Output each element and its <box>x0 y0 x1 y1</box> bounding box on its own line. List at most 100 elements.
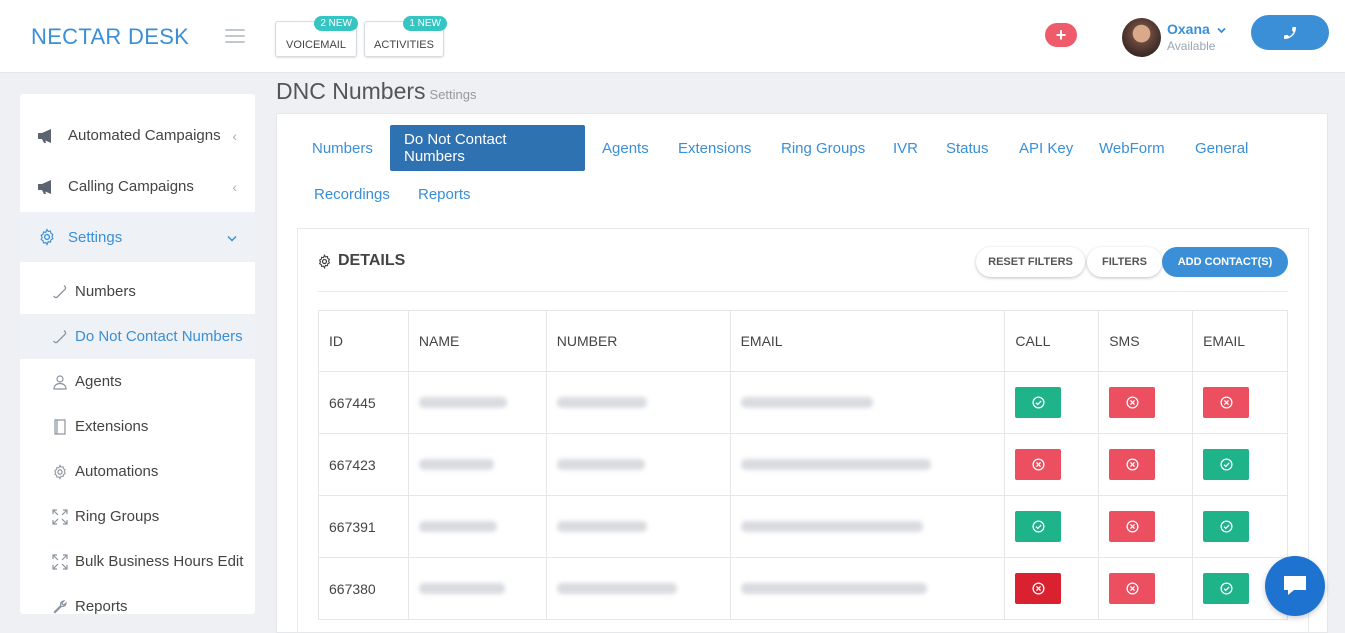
add-button[interactable]: + <box>1045 23 1077 47</box>
sidebar-item-automations[interactable]: Automations <box>20 449 255 494</box>
tab-ivr[interactable]: IVR <box>879 125 932 171</box>
sidebar-item-numbers[interactable]: Numbers <box>20 269 255 314</box>
cell-id: 667391 <box>318 495 409 558</box>
phone-icon <box>1284 26 1296 39</box>
cell-call <box>1004 495 1100 558</box>
sms-status-toggle[interactable] <box>1109 387 1156 418</box>
tab-extensions[interactable]: Extensions <box>664 125 765 171</box>
sidebar-item-agents[interactable]: Agents <box>20 359 255 404</box>
sidebar-item-extensions[interactable]: Extensions <box>20 404 255 449</box>
email-status-toggle[interactable] <box>1203 573 1250 604</box>
tab-general[interactable]: General <box>1181 125 1262 171</box>
sub-item-label: Agents <box>75 373 122 390</box>
cell-name-redacted <box>407 371 547 434</box>
sidebar-item-reports[interactable]: Reports <box>20 584 255 614</box>
table-row: 667423 <box>318 433 1288 496</box>
sub-item-label: Ring Groups <box>75 508 160 525</box>
close-circle-icon <box>1126 582 1139 595</box>
col-header-number[interactable]: NUMBER <box>545 310 731 372</box>
tab-ring-groups[interactable]: Ring Groups <box>767 125 879 171</box>
activities-label: ACTIVITIES <box>374 39 434 51</box>
gear-icon <box>51 463 69 480</box>
sidebar-item-do-not-contact-numbers[interactable]: Do Not Contact Numbers <box>20 314 255 359</box>
sub-item-label: Automations <box>75 463 159 480</box>
email-status-toggle[interactable] <box>1203 511 1250 542</box>
sidebar-item-calling-campaigns[interactable]: Calling Campaigns ‹ <box>20 161 255 212</box>
sidebar-item-automated-campaigns[interactable]: Automated Campaigns ‹ <box>20 110 255 161</box>
email-status-toggle[interactable] <box>1203 449 1250 480</box>
expand-icon <box>51 508 69 525</box>
call-status-toggle[interactable] <box>1015 573 1062 604</box>
voicemail-button[interactable]: VOICEMAIL 2 NEW <box>275 16 358 57</box>
tab-numbers[interactable]: Numbers <box>298 125 387 171</box>
cell-call <box>1004 433 1100 496</box>
cell-number-redacted <box>545 371 731 434</box>
sidebar-item-label: Calling Campaigns <box>68 178 194 195</box>
chevron-down-icon <box>227 229 237 245</box>
tab-reports[interactable]: Reports <box>404 171 485 217</box>
email-status-toggle[interactable] <box>1203 387 1250 418</box>
check-circle-icon <box>1220 582 1233 595</box>
user-status: Available <box>1167 39 1216 53</box>
cell-call <box>1004 557 1100 620</box>
users-icon <box>51 374 69 390</box>
table-row: 667445 <box>318 371 1288 434</box>
table-header-row: ID NAME NUMBER EMAIL CALL SMS EMAIL <box>318 310 1288 372</box>
reset-filters-button[interactable]: RESET FILTERS <box>976 247 1085 277</box>
table-row: 667380 <box>318 557 1288 620</box>
tab-agents[interactable]: Agents <box>588 125 663 171</box>
col-header-id[interactable]: ID <box>318 310 409 372</box>
close-circle-icon <box>1032 458 1045 471</box>
check-circle-icon <box>1032 520 1045 533</box>
filters-button[interactable]: FILTERS <box>1087 247 1162 277</box>
activities-button[interactable]: ACTIVITIES 1 NEW <box>364 16 447 57</box>
col-header-sms[interactable]: SMS <box>1098 310 1194 372</box>
call-status-toggle[interactable] <box>1015 511 1062 542</box>
gear-icon <box>318 253 331 269</box>
sidebar-item-label: Settings <box>68 228 123 246</box>
wrench-icon <box>51 599 69 615</box>
avatar[interactable] <box>1122 18 1161 57</box>
cell-number-redacted <box>545 433 731 496</box>
cell-id: 667445 <box>318 371 409 434</box>
tab-status[interactable]: Status <box>932 125 1003 171</box>
tab-do-not-contact-numbers[interactable]: Do Not Contact Numbers <box>390 125 585 171</box>
close-circle-icon <box>1126 396 1139 409</box>
col-header-email[interactable]: EMAIL <box>729 310 1006 372</box>
add-contacts-button[interactable]: ADD CONTACT(S) <box>1162 247 1288 277</box>
col-header-name[interactable]: NAME <box>407 310 547 372</box>
sub-item-label: Extensions <box>75 418 149 435</box>
call-status-toggle[interactable] <box>1015 449 1062 480</box>
sms-status-toggle[interactable] <box>1109 511 1156 542</box>
tab-webform[interactable]: WebForm <box>1085 125 1179 171</box>
cell-sms <box>1098 495 1194 558</box>
menu-toggle-icon[interactable] <box>225 29 245 43</box>
call-button[interactable] <box>1251 15 1329 50</box>
call-status-toggle[interactable] <box>1015 387 1062 418</box>
sidebar-item-ring-groups[interactable]: Ring Groups <box>20 494 255 539</box>
sms-status-toggle[interactable] <box>1109 449 1156 480</box>
cell-sms <box>1098 433 1194 496</box>
chat-widget-button[interactable] <box>1265 556 1325 616</box>
activities-badge: 1 NEW <box>403 16 447 31</box>
chevron-left-icon: ‹ <box>232 127 237 144</box>
sidebar-item-label: Automated Campaigns <box>68 127 221 144</box>
card-title: DETAILS <box>317 252 405 270</box>
check-circle-icon <box>1220 520 1233 533</box>
check-circle-icon <box>1220 458 1233 471</box>
sub-item-label: Reports <box>75 598 128 614</box>
tab-api-key[interactable]: API Key <box>1005 125 1087 171</box>
cell-number-redacted <box>545 495 731 558</box>
user-menu[interactable]: Oxana <box>1167 21 1226 37</box>
close-circle-icon <box>1126 520 1139 533</box>
sidebar-item-bulk-business-hours-edit[interactable]: Bulk Business Hours Edit <box>20 539 255 584</box>
tab-recordings[interactable]: Recordings <box>300 171 404 217</box>
col-header-call[interactable]: CALL <box>1004 310 1100 372</box>
app-logo[interactable]: NECTAR DESK <box>31 24 189 50</box>
sms-status-toggle[interactable] <box>1109 573 1156 604</box>
divider <box>318 291 1288 292</box>
user-name: Oxana <box>1167 21 1210 37</box>
check-circle-icon <box>1032 396 1045 409</box>
col-header-email-status[interactable]: EMAIL <box>1192 310 1288 372</box>
sidebar-item-settings[interactable]: Settings <box>20 212 255 262</box>
